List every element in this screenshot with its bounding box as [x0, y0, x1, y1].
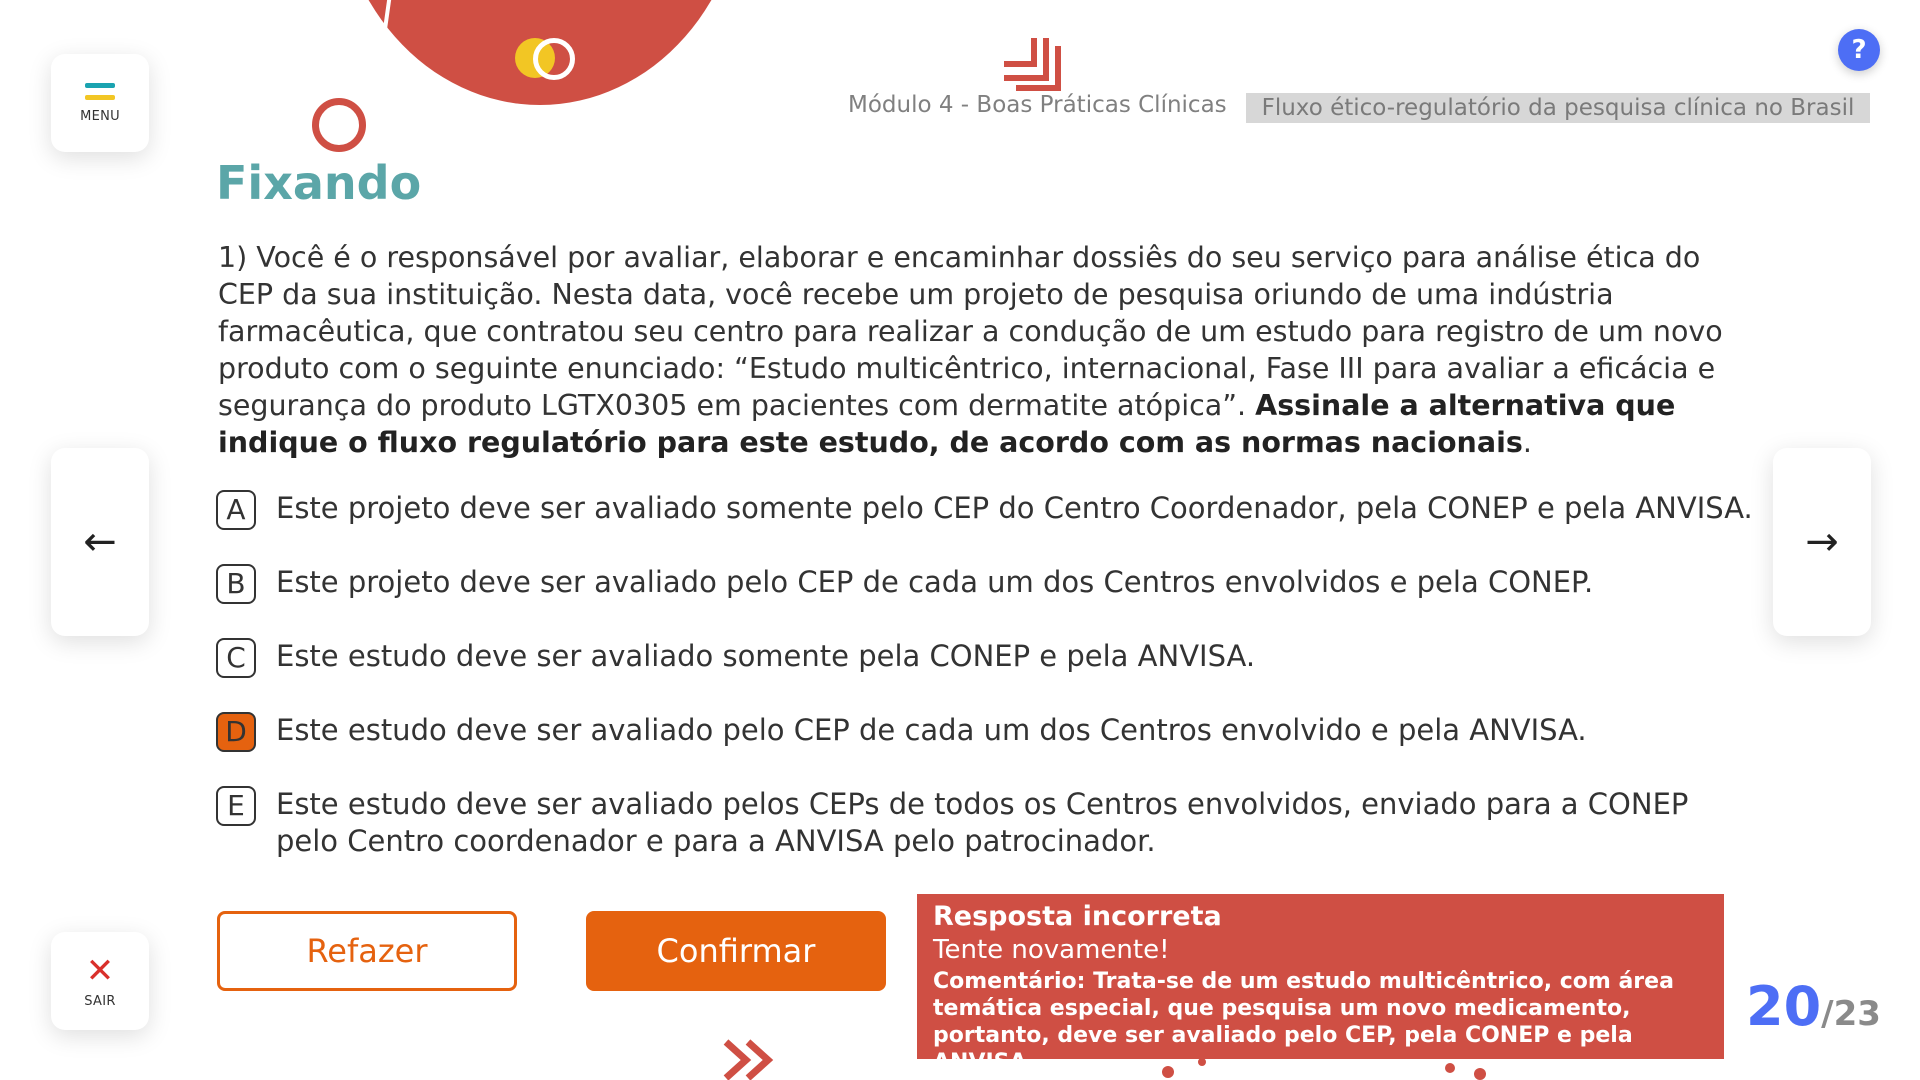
page-counter: 20/23 [1746, 975, 1881, 1038]
option-letter[interactable]: C [216, 638, 256, 678]
option-text[interactable]: Este estudo deve ser avaliado pelos CEPs… [276, 786, 1756, 860]
help-button[interactable]: ? [1838, 29, 1880, 71]
feedback-comment: Comentário: Trata-se de um estudo multic… [933, 969, 1674, 1075]
feedback-title: Resposta incorreta [933, 901, 1222, 932]
decorative-corner-icon [1004, 38, 1061, 91]
logo-icon [515, 38, 575, 80]
option-letter[interactable]: A [216, 490, 256, 530]
page-title: Fixando [216, 156, 422, 210]
option-d[interactable]: D Este estudo deve ser avaliado pelo CEP… [216, 712, 1756, 752]
question-text: 1) Você é o responsável por avaliar, ela… [218, 239, 1738, 461]
option-text[interactable]: Este projeto deve ser avaliado pelo CEP … [276, 564, 1756, 601]
option-letter[interactable]: B [216, 564, 256, 604]
feedback-panel: Resposta incorreta Tente novamente! Come… [917, 894, 1724, 1075]
option-letter-selected[interactable]: D [216, 712, 256, 752]
option-c[interactable]: C Este estudo deve ser avaliado somente … [216, 638, 1756, 678]
decorative-chevrons-icon [723, 1039, 774, 1080]
exit-label: SAIR [84, 993, 116, 1009]
option-text[interactable]: Este estudo deve ser avaliado pelo CEP d… [276, 712, 1756, 749]
feedback-subtitle: Tente novamente! [933, 935, 1170, 965]
previous-page-button[interactable]: ← [51, 448, 149, 636]
menu-label: MENU [80, 108, 120, 124]
redo-button[interactable]: Refazer [217, 911, 517, 991]
option-a[interactable]: A Este projeto deve ser avaliado somente… [216, 490, 1756, 530]
decorative-ring [312, 98, 366, 152]
page-current: 20 [1746, 975, 1822, 1038]
confirm-button[interactable]: Confirmar [586, 911, 886, 991]
question-end: . [1522, 426, 1532, 459]
option-e[interactable]: E Este estudo deve ser avaliado pelos CE… [216, 786, 1756, 860]
menu-icon [85, 82, 115, 103]
menu-button[interactable]: MENU [51, 54, 149, 152]
page-total: /23 [1821, 994, 1881, 1034]
option-text[interactable]: Este projeto deve ser avaliado somente p… [276, 490, 1756, 527]
module-breadcrumb: Módulo 4 - Boas Práticas Clínicas [848, 92, 1227, 118]
close-icon: ✕ [85, 950, 115, 991]
topic-badge: Fluxo ético-regulatório da pesquisa clín… [1246, 93, 1870, 123]
next-page-button[interactable]: → [1773, 448, 1871, 636]
option-letter[interactable]: E [216, 786, 256, 826]
exit-button[interactable]: ✕ SAIR [51, 932, 149, 1030]
arrow-left-icon: ← [83, 519, 117, 565]
option-b[interactable]: B Este projeto deve ser avaliado pelo CE… [216, 564, 1756, 604]
arrow-right-icon: → [1805, 519, 1839, 565]
option-text[interactable]: Este estudo deve ser avaliado somente pe… [276, 638, 1756, 675]
